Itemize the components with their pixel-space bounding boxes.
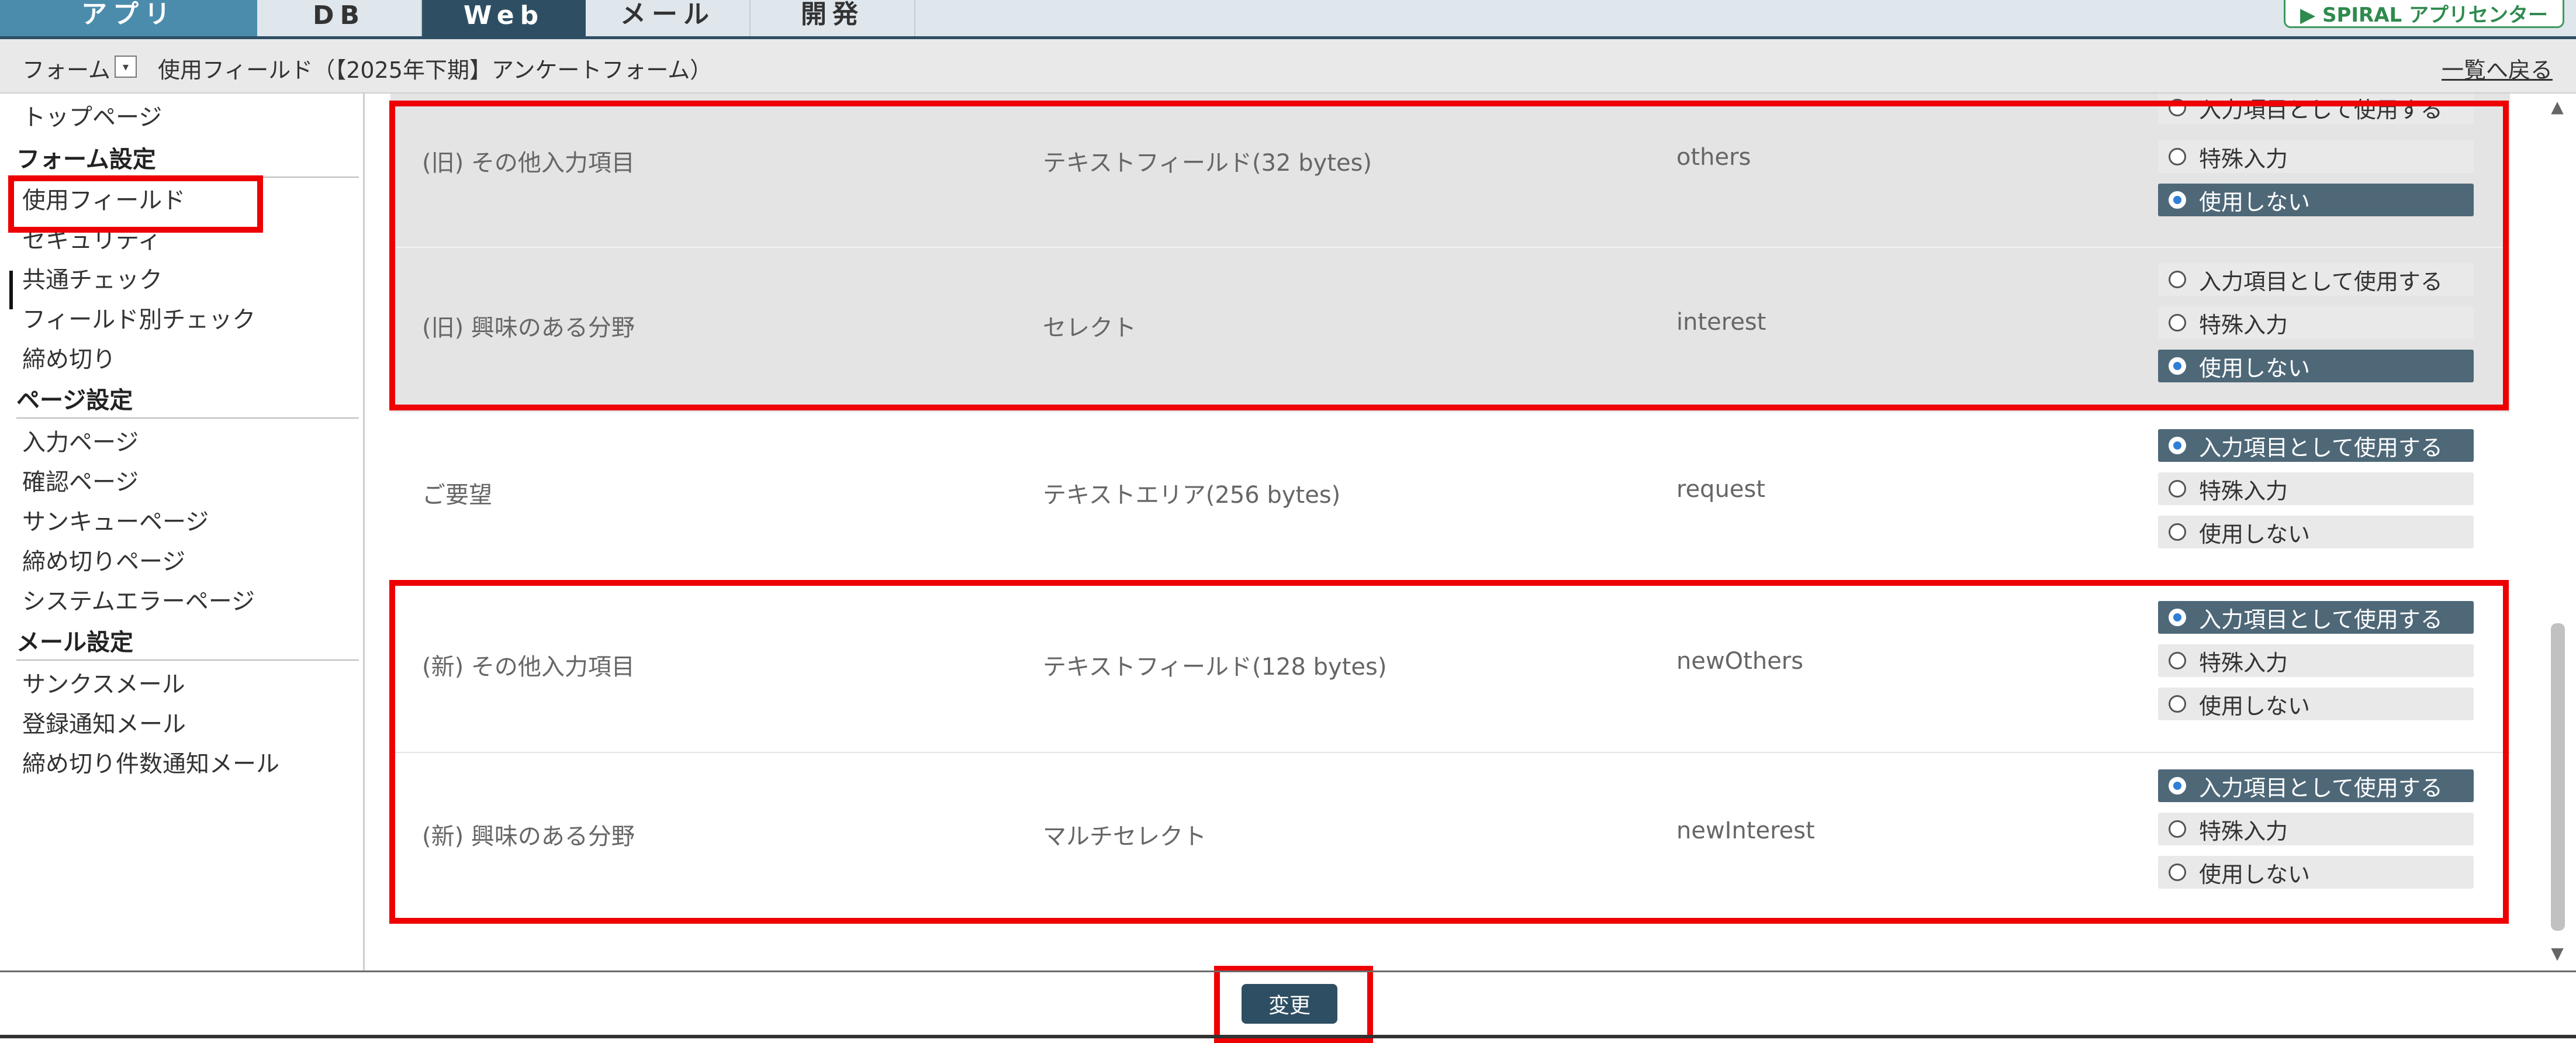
sidebar-selected-indicator: [9, 271, 13, 309]
option-special-input[interactable]: 特殊入力: [2158, 472, 2474, 505]
field-label: (新) その他入力項目: [422, 654, 635, 681]
sidebar-item-deadline-page[interactable]: 締め切りページ: [22, 543, 185, 576]
scroll-up-arrow-icon[interactable]: ▲: [2549, 98, 2566, 116]
option-special-input[interactable]: 特殊入力: [2158, 140, 2474, 173]
field-name: others: [1676, 144, 1751, 171]
spiral-app-center-logo[interactable]: ▶ SPIRAL アプリセンター: [2284, 0, 2564, 28]
radio-icon[interactable]: [2169, 652, 2186, 669]
breadcrumb: フォーム ▾ 使用フィールド（【2025年下期】アンケートフォーム） 一覧へ戻る: [0, 39, 2576, 94]
sidebar-item-registration-mail[interactable]: 登録通知メール: [22, 705, 186, 739]
table-row: (旧) 興味のある分野 セレクト interest 入力項目として使用する 特殊…: [390, 248, 2510, 413]
option-use-as-input[interactable]: 入力項目として使用する: [2158, 769, 2474, 802]
sidebar-item-system-error-page[interactable]: システムエラーページ: [22, 582, 255, 616]
field-label: (旧) 興味のある分野: [422, 315, 635, 341]
field-label: ご要望: [422, 482, 492, 509]
sidebar-heading-form-settings: フォーム設定: [16, 140, 359, 178]
table-row: (旧) その他入力項目 テキストフィールド(32 bytes) others 入…: [390, 94, 2510, 248]
sidebar-heading-page-settings: ページ設定: [16, 381, 359, 419]
sidebar-item-used-fields[interactable]: 使用フィールド: [22, 181, 185, 215]
tab-db[interactable]: DB: [257, 0, 422, 36]
option-do-not-use[interactable]: 使用しない: [2158, 688, 2474, 720]
breadcrumb-root: フォーム: [22, 57, 110, 83]
option-special-input[interactable]: 特殊入力: [2158, 644, 2474, 677]
option-do-not-use[interactable]: 使用しない: [2158, 516, 2474, 548]
option-do-not-use[interactable]: 使用しない: [2158, 856, 2474, 889]
back-to-list-link[interactable]: 一覧へ戻る: [2442, 52, 2553, 84]
radio-icon[interactable]: [2169, 191, 2186, 209]
field-label: (新) 興味のある分野: [422, 823, 635, 850]
sidebar-heading-mail-settings: メール設定: [16, 623, 359, 661]
tab-dev[interactable]: 開発: [751, 0, 915, 36]
field-name: interest: [1676, 309, 1766, 336]
option-special-input[interactable]: 特殊入力: [2158, 306, 2474, 339]
sidebar-item-security[interactable]: セキュリティ: [22, 221, 161, 255]
scroll-down-arrow-icon[interactable]: ▼: [2549, 945, 2566, 962]
chevron-down-icon[interactable]: ▾: [115, 56, 137, 78]
option-do-not-use[interactable]: 使用しない: [2158, 350, 2474, 382]
sidebar: トップページ フォーム設定 使用フィールド セキュリティ 共通チェック フィール…: [0, 94, 365, 972]
field-name: request: [1676, 476, 1766, 503]
tab-mail[interactable]: メール: [586, 0, 751, 36]
radio-icon[interactable]: [2169, 523, 2186, 541]
radio-icon[interactable]: [2169, 777, 2186, 795]
sidebar-item-input-page[interactable]: 入力ページ: [22, 423, 139, 457]
radio-icon[interactable]: [2169, 695, 2186, 713]
radio-icon[interactable]: [2169, 437, 2186, 454]
field-type: テキストフィールド(128 bytes): [1043, 654, 1387, 681]
option-special-input[interactable]: 特殊入力: [2158, 813, 2474, 845]
field-type: セレクト: [1043, 315, 1136, 341]
option-use-as-input[interactable]: 入力項目として使用する: [2158, 263, 2474, 296]
field-type: マルチセレクト: [1043, 823, 1206, 850]
table-row: (新) その他入力項目 テキストフィールド(128 bytes) newOthe…: [390, 586, 2510, 753]
radio-icon[interactable]: [2169, 314, 2186, 331]
option-do-not-use[interactable]: 使用しない: [2158, 184, 2474, 216]
footer-divider: [0, 971, 2576, 972]
field-table: (旧) その他入力項目 テキストフィールド(32 bytes) others 入…: [365, 94, 2553, 972]
footer-bottom-border: [0, 1035, 2576, 1038]
sidebar-item-deadline-count-mail[interactable]: 締め切り件数通知メール: [22, 745, 279, 779]
radio-icon[interactable]: [2169, 609, 2186, 626]
change-button[interactable]: 変更: [1242, 984, 1337, 1024]
sidebar-item-field-check[interactable]: フィールド別チェック: [22, 301, 255, 334]
sidebar-item-thanks-mail[interactable]: サンクスメール: [22, 665, 185, 699]
radio-icon[interactable]: [2169, 864, 2186, 881]
radio-icon[interactable]: [2169, 480, 2186, 498]
sidebar-item-common-check[interactable]: 共通チェック: [22, 261, 162, 295]
sidebar-item-confirm-page[interactable]: 確認ページ: [22, 463, 139, 497]
field-name: newOthers: [1676, 648, 1804, 675]
tab-web[interactable]: Web: [422, 0, 586, 36]
radio-icon[interactable]: [2169, 99, 2186, 116]
sidebar-item-deadline[interactable]: 締め切り: [22, 340, 116, 374]
option-use-as-input[interactable]: 入力項目として使用する: [2158, 94, 2474, 124]
option-use-as-input[interactable]: 入力項目として使用する: [2158, 601, 2474, 634]
radio-icon[interactable]: [2169, 357, 2186, 375]
page-title: 使用フィールド（【2025年下期】アンケートフォーム）: [158, 57, 713, 83]
sidebar-item-top-page[interactable]: トップページ: [22, 98, 162, 132]
radio-icon[interactable]: [2169, 271, 2186, 288]
table-row: (新) 興味のある分野 マルチセレクト newInterest 入力項目として使…: [390, 753, 2510, 924]
field-name: newInterest: [1676, 817, 1815, 844]
field-type: テキストエリア(256 bytes): [1043, 482, 1341, 509]
tab-app[interactable]: アプリ: [0, 0, 257, 36]
sidebar-item-thankyou-page[interactable]: サンキューページ: [22, 503, 209, 537]
field-type: テキストフィールド(32 bytes): [1043, 150, 1372, 177]
option-use-as-input[interactable]: 入力項目として使用する: [2158, 429, 2474, 462]
top-nav: アプリ DB Web メール 開発 ▶ SPIRAL アプリセンター: [0, 0, 2576, 39]
radio-icon[interactable]: [2169, 820, 2186, 838]
scrollbar-thumb[interactable]: [2551, 623, 2565, 931]
field-label: (旧) その他入力項目: [422, 150, 635, 177]
table-row: ご要望 テキストエリア(256 bytes) request 入力項目として使用…: [390, 413, 2510, 586]
radio-icon[interactable]: [2169, 148, 2186, 165]
